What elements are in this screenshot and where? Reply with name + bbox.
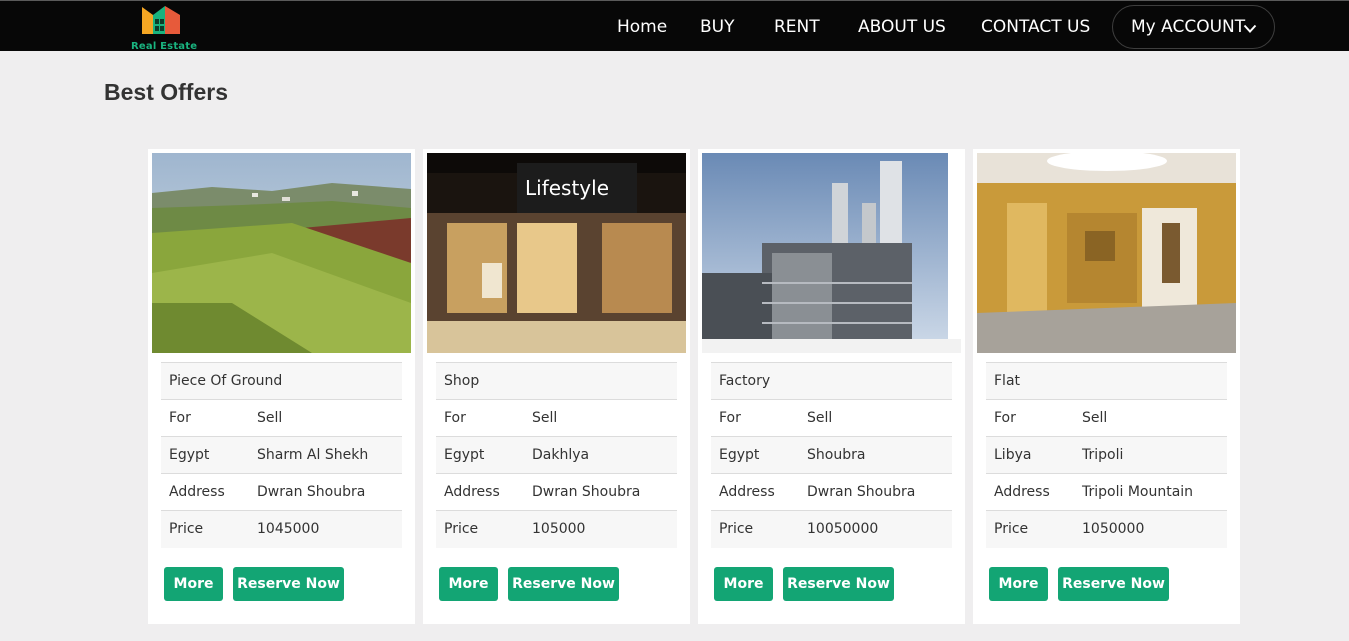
detail-value: Shoubra — [799, 436, 952, 474]
brand-name: Real Estate — [131, 41, 198, 52]
house-logo-icon — [142, 6, 180, 34]
offer-type: Shop — [436, 362, 677, 400]
property-image[interactable] — [702, 153, 961, 353]
detail-key: Egypt — [161, 436, 249, 474]
detail-key: Price — [986, 510, 1074, 548]
detail-value: 1050000 — [1074, 510, 1227, 548]
page-title: Best Offers — [104, 79, 228, 105]
property-image[interactable] — [977, 153, 1236, 353]
detail-value: Tripoli — [1074, 436, 1227, 474]
offer-details: Shop For Sell Egypt Dakhlya Address Dwran S… — [436, 362, 677, 548]
detail-value: Sell — [524, 399, 677, 437]
detail-value: Dwran Shoubra — [249, 473, 402, 511]
detail-key: Price — [161, 510, 249, 548]
detail-key: Libya — [986, 436, 1074, 474]
nav-rent[interactable]: RENT — [774, 17, 820, 37]
detail-key: For — [986, 399, 1074, 437]
detail-key: Address — [711, 473, 799, 511]
detail-key: For — [436, 399, 524, 437]
detail-value: 105000 — [524, 510, 677, 548]
more-button[interactable]: More — [439, 567, 498, 601]
detail-value: Tripoli Mountain — [1074, 473, 1227, 511]
reserve-now-button[interactable]: Reserve Now — [783, 567, 894, 601]
detail-key: Egypt — [436, 436, 524, 474]
detail-value: Dwran Shoubra — [524, 473, 677, 511]
detail-key: For — [161, 399, 249, 437]
chevron-down-icon — [1243, 24, 1257, 33]
detail-key: Egypt — [711, 436, 799, 474]
offer-card: Piece Of Ground For Sell Egypt Sharm Al Sh… — [148, 149, 415, 624]
detail-value: 10050000 — [799, 510, 952, 548]
detail-key: Price — [436, 510, 524, 548]
my-account-label: My ACCOUNT — [1131, 17, 1246, 37]
offer-card: Flat For Sell Libya Tripoli Address Tripoli… — [973, 149, 1240, 624]
property-image[interactable] — [152, 153, 411, 353]
reserve-now-button[interactable]: Reserve Now — [233, 567, 344, 601]
detail-key: Address — [161, 473, 249, 511]
offer-details: Flat For Sell Libya Tripoli Address Tripoli… — [986, 362, 1227, 548]
detail-value: Dakhlya — [524, 436, 677, 474]
detail-value: Sharm Al Shekh — [249, 436, 402, 474]
logo[interactable]: Real Estate — [128, 3, 202, 52]
offer-card: Factory For Sell Egypt Shoubra Address Dwra… — [698, 149, 965, 624]
reserve-now-button[interactable]: Reserve Now — [1058, 567, 1169, 601]
navbar: Real Estate Home BUY RENT ABOUT US CONTA… — [0, 0, 1349, 52]
image-sign-text: Lifestyle — [525, 176, 609, 200]
my-account-dropdown[interactable]: My ACCOUNT — [1112, 5, 1275, 49]
property-image[interactable]: Lifestyle — [427, 153, 686, 353]
more-button[interactable]: More — [989, 567, 1048, 601]
detail-key: Address — [436, 473, 524, 511]
detail-value: Sell — [799, 399, 952, 437]
more-button[interactable]: More — [714, 567, 773, 601]
detail-value: Sell — [1074, 399, 1227, 437]
offer-type: Piece Of Ground — [161, 362, 402, 400]
offer-type: Flat — [986, 362, 1227, 400]
reserve-now-button[interactable]: Reserve Now — [508, 567, 619, 601]
detail-key: Address — [986, 473, 1074, 511]
nav-about-us[interactable]: ABOUT US — [858, 17, 946, 37]
more-button[interactable]: More — [164, 567, 223, 601]
offer-details: Factory For Sell Egypt Shoubra Address Dwra… — [711, 362, 952, 548]
detail-value: Sell — [249, 399, 402, 437]
detail-key: For — [711, 399, 799, 437]
offer-details: Piece Of Ground For Sell Egypt Sharm Al Sh… — [161, 362, 402, 548]
nav-home[interactable]: Home — [617, 17, 667, 37]
offer-type: Factory — [711, 362, 952, 400]
detail-value: Dwran Shoubra — [799, 473, 952, 511]
detail-value: 1045000 — [249, 510, 402, 548]
offer-card: Lifestyle Shop For Sell Egypt Dakhlya Addr… — [423, 149, 690, 624]
nav-contact-us[interactable]: CONTACT US — [981, 17, 1090, 37]
detail-key: Price — [711, 510, 799, 548]
nav-buy[interactable]: BUY — [700, 17, 735, 37]
